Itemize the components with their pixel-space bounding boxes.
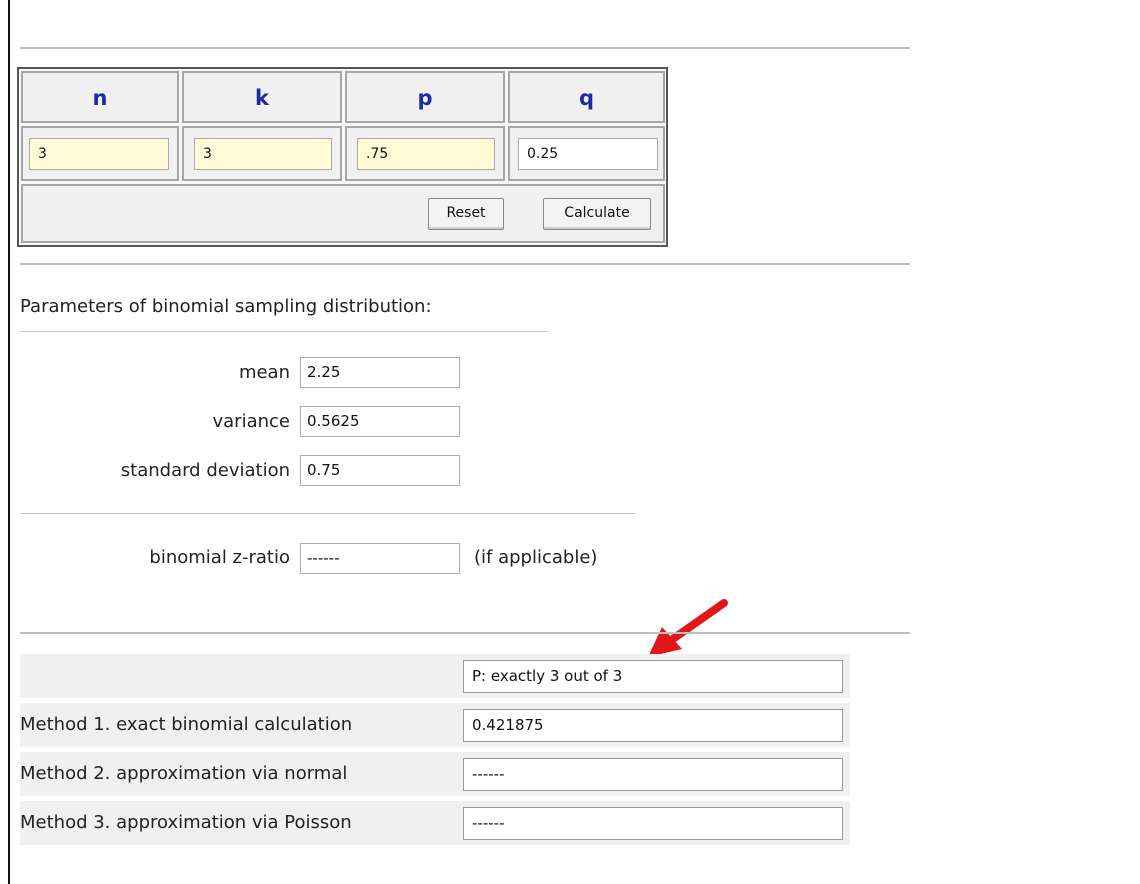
method-2-value: ------ xyxy=(463,758,843,791)
calculate-button[interactable]: Calculate xyxy=(543,198,651,230)
variance-label: variance xyxy=(212,411,291,432)
header-k: k xyxy=(182,71,342,123)
sd-field: 0.75 xyxy=(300,455,460,486)
frame-border xyxy=(8,0,10,884)
variance-field: 0.5625 xyxy=(300,406,460,437)
divider-middle xyxy=(20,263,910,265)
divider-params xyxy=(20,513,636,514)
method-1-value: 0.421875 xyxy=(463,709,843,742)
header-q: q xyxy=(508,71,665,123)
cell-n: 3 xyxy=(21,126,179,181)
sd-label: standard deviation xyxy=(120,460,290,481)
header-p: p xyxy=(345,71,505,123)
mean-field: 2.25 xyxy=(300,357,460,388)
method-3-value: ------ xyxy=(463,807,843,840)
p-input[interactable]: .75 xyxy=(357,138,495,170)
cell-p: .75 xyxy=(345,126,505,181)
q-output: 0.25 xyxy=(518,138,658,170)
z-ratio-label: binomial z-ratio xyxy=(149,547,290,568)
z-ratio-note: (if applicable) xyxy=(474,547,598,568)
header-n: n xyxy=(21,71,179,123)
cell-q: 0.25 xyxy=(508,126,665,181)
cell-k: 3 xyxy=(182,126,342,181)
n-input[interactable]: 3 xyxy=(29,138,169,170)
divider-top xyxy=(20,47,910,49)
input-table: n k p q 3 3 .75 0.25 Reset Calculate xyxy=(17,67,668,247)
method-3-label: Method 3. approximation via Poisson xyxy=(20,812,352,833)
params-title-underline xyxy=(20,331,548,332)
z-ratio-field: ------ xyxy=(300,543,460,574)
event-description-field: P: exactly 3 out of 3 xyxy=(463,660,843,693)
divider-results xyxy=(20,632,910,634)
k-input[interactable]: 3 xyxy=(194,138,332,170)
reset-button[interactable]: Reset xyxy=(428,198,504,230)
mean-label: mean xyxy=(238,362,290,383)
method-2-label: Method 2. approximation via normal xyxy=(20,763,348,784)
button-row: Reset Calculate xyxy=(21,184,665,243)
params-title: Parameters of binomial sampling distribu… xyxy=(20,296,432,317)
method-1-label: Method 1. exact binomial calculation xyxy=(20,714,353,735)
